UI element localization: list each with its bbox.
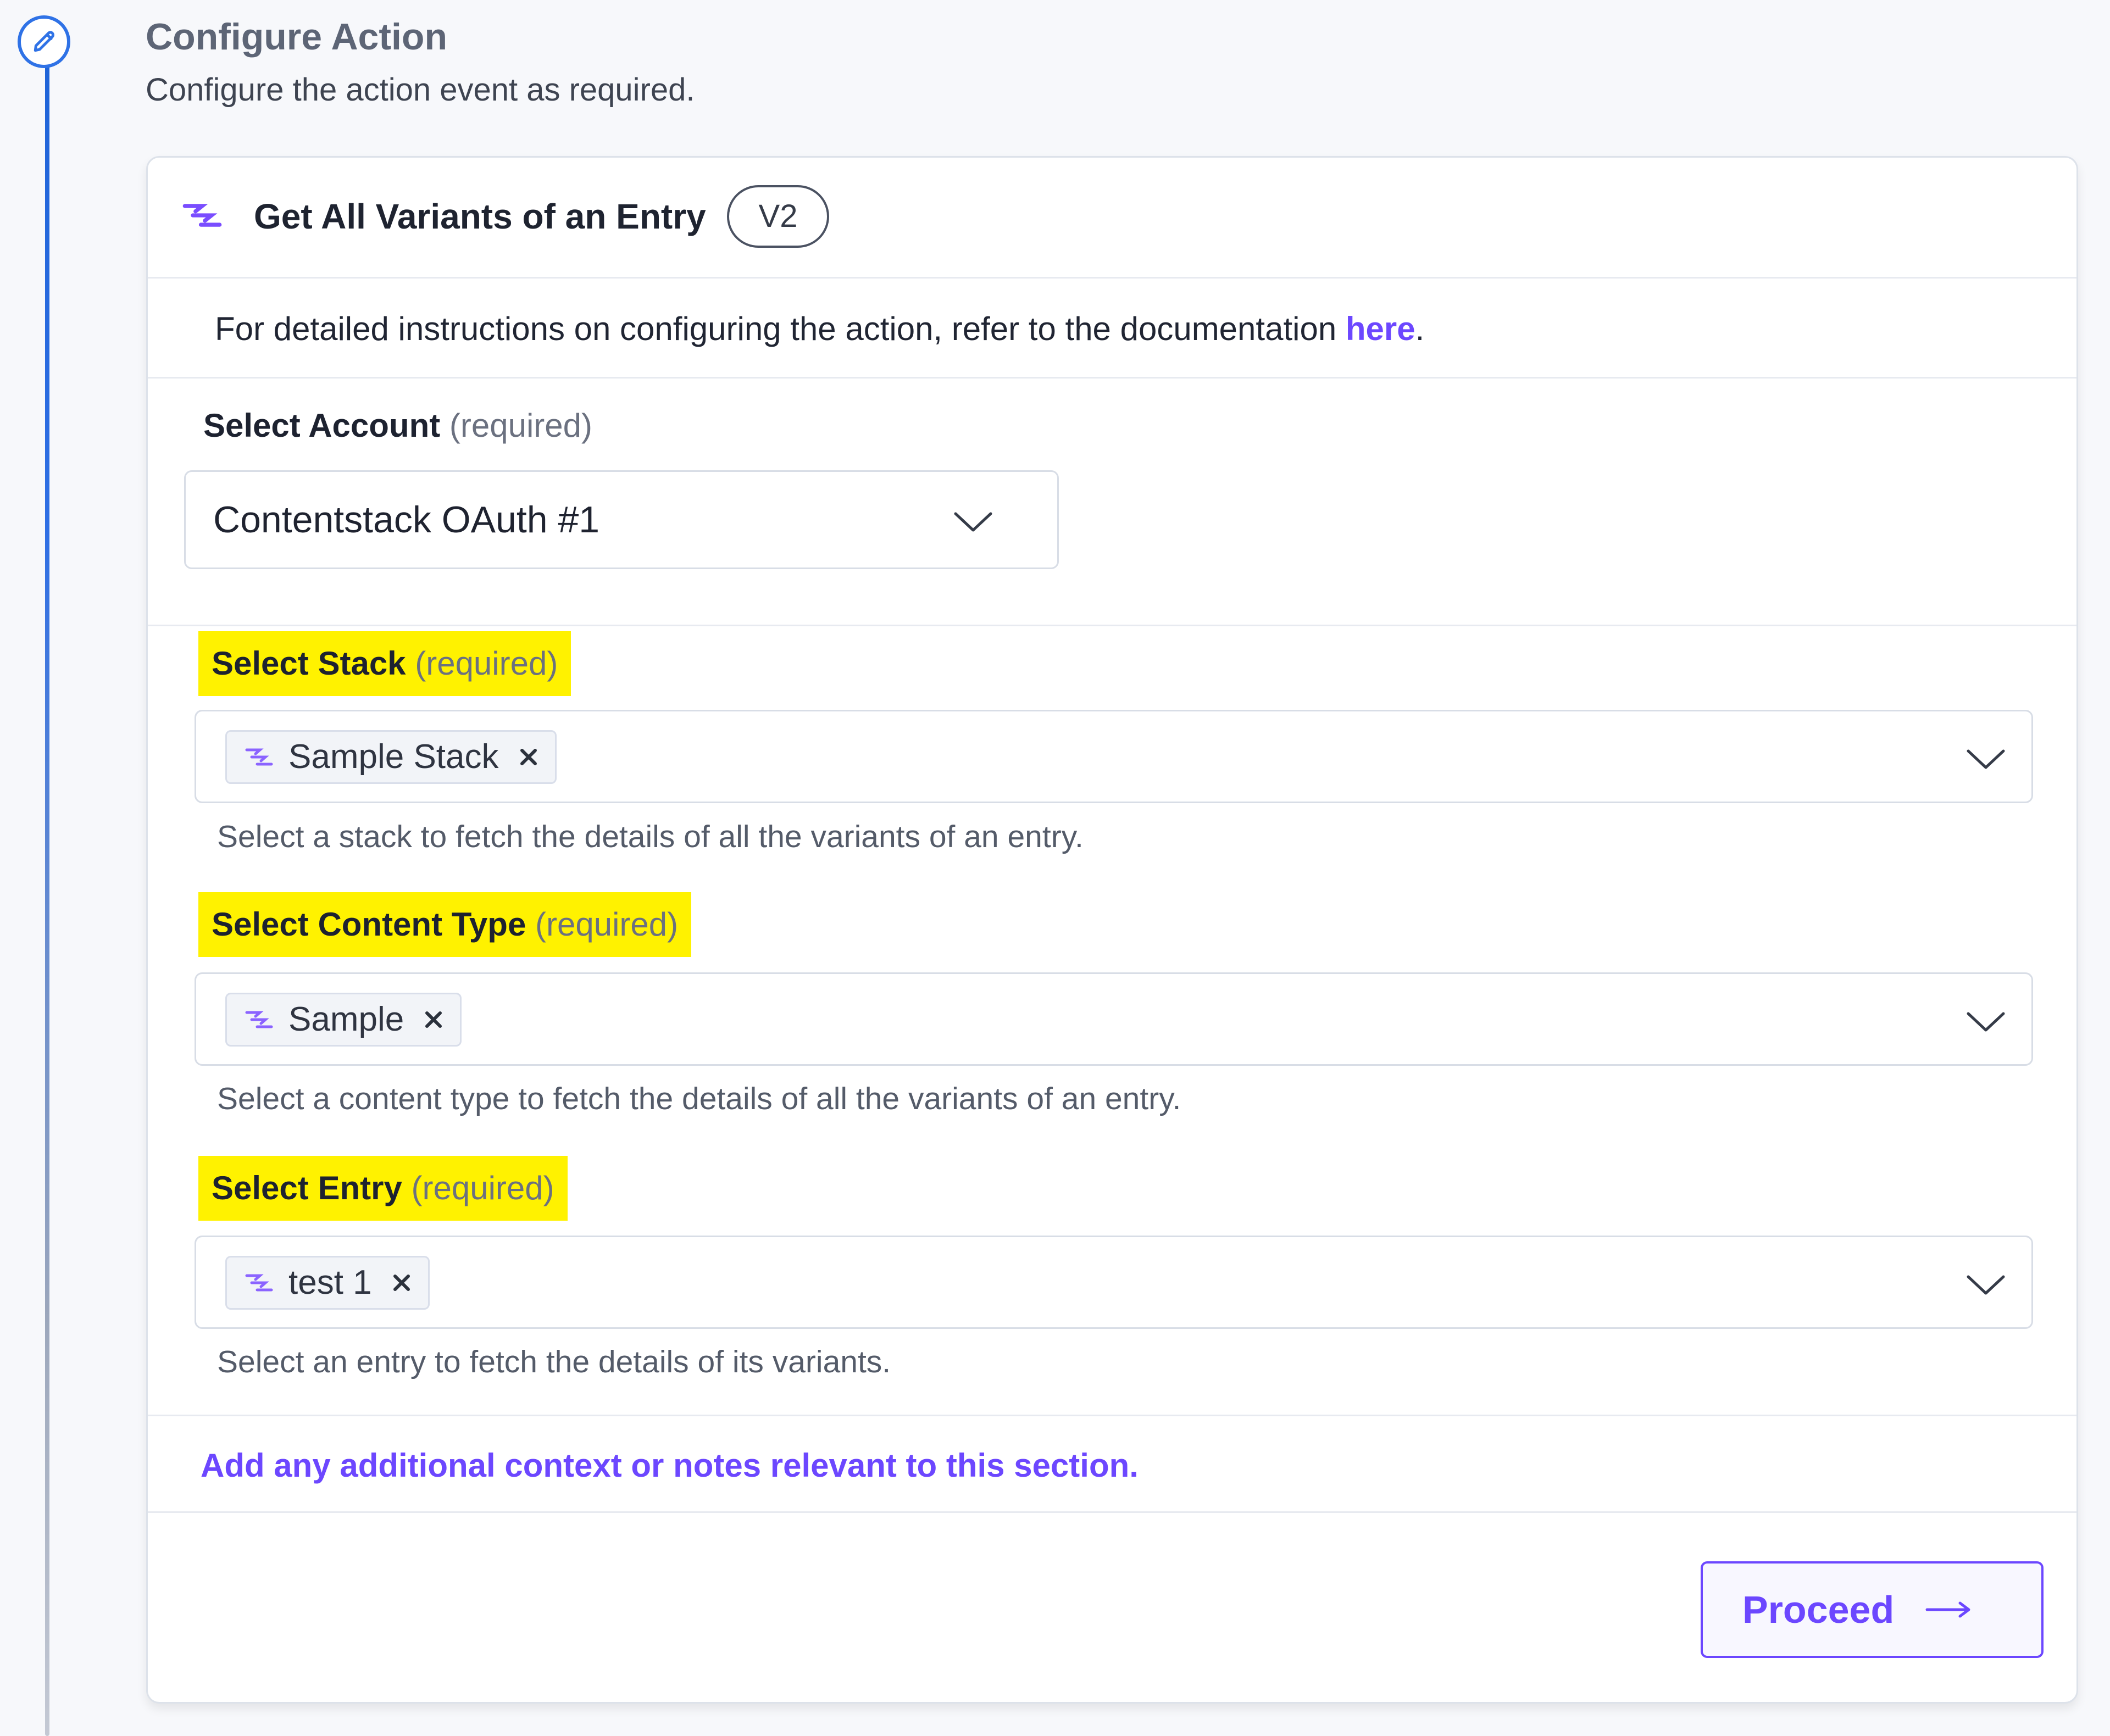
stack-label-text: Select Stack bbox=[212, 645, 406, 682]
contentstack-logo-icon bbox=[243, 1008, 275, 1032]
action-title: Get All Variants of an Entry bbox=[254, 197, 706, 236]
chevron-down-icon[interactable] bbox=[1965, 747, 2007, 772]
entry-select[interactable]: test 1 bbox=[195, 1236, 2033, 1329]
entry-label-text: Select Entry bbox=[212, 1170, 402, 1206]
proceed-label: Proceed bbox=[1742, 1588, 1895, 1631]
content-type-chip-label: Sample bbox=[288, 1000, 404, 1038]
pencil-icon bbox=[18, 15, 70, 68]
section-header: Configure Action Configure the action ev… bbox=[146, 16, 695, 108]
arrow-right-icon bbox=[1925, 1600, 1972, 1619]
entry-chip: test 1 bbox=[225, 1256, 430, 1310]
action-configuration-card: Get All Variants of an Entry V2 For deta… bbox=[146, 156, 2078, 1704]
chevron-down-icon[interactable] bbox=[1965, 1009, 2007, 1034]
additional-notes-link[interactable]: Add any additional context or notes rele… bbox=[148, 1416, 2076, 1513]
account-label: Select Account (required) bbox=[203, 406, 592, 446]
account-selected-value: Contentstack OAuth #1 bbox=[213, 499, 600, 541]
content-type-label-text: Select Content Type bbox=[212, 906, 526, 943]
stack-select[interactable]: Sample Stack bbox=[195, 710, 2033, 803]
account-label-text: Select Account bbox=[203, 407, 441, 444]
content-type-label: Select Content Type (required) bbox=[198, 892, 692, 957]
entry-label: Select Entry (required) bbox=[198, 1156, 568, 1221]
content-type-helper-text: Select a content type to fetch the detai… bbox=[217, 1081, 1181, 1116]
account-select[interactable]: Contentstack OAuth #1 bbox=[184, 470, 1059, 569]
entry-chip-label: test 1 bbox=[288, 1264, 372, 1301]
version-badge: V2 bbox=[727, 185, 829, 248]
page-title: Configure Action bbox=[146, 16, 447, 58]
chevron-down-icon[interactable] bbox=[952, 509, 994, 535]
content-type-select[interactable]: Sample bbox=[195, 972, 2033, 1066]
account-required-text: (required) bbox=[449, 407, 593, 444]
documentation-row: For detailed instructions on configuring… bbox=[148, 279, 2076, 379]
account-section: Select Account (required) Contentstack O… bbox=[148, 379, 2076, 626]
contentstack-logo-icon bbox=[181, 199, 224, 232]
close-icon[interactable] bbox=[423, 1009, 445, 1031]
card-footer: Proceed bbox=[148, 1513, 2076, 1702]
entry-required-text: (required) bbox=[411, 1170, 554, 1206]
content-type-required-text: (required) bbox=[535, 906, 679, 943]
stack-helper-text: Select a stack to fetch the details of a… bbox=[217, 819, 1084, 854]
configuration-fields: Select Stack (required) Sample Stack Sel… bbox=[148, 626, 2076, 1416]
documentation-text: For detailed instructions on configuring… bbox=[215, 310, 1346, 347]
proceed-button[interactable]: Proceed bbox=[1701, 1561, 2044, 1658]
stack-chip: Sample Stack bbox=[225, 730, 557, 784]
documentation-suffix: . bbox=[1415, 310, 1425, 347]
card-header: Get All Variants of an Entry V2 bbox=[148, 158, 2076, 279]
entry-helper-text: Select an entry to fetch the details of … bbox=[217, 1344, 891, 1379]
content-type-chip: Sample bbox=[225, 993, 462, 1047]
stack-chip-label: Sample Stack bbox=[288, 738, 499, 776]
timeline-line bbox=[45, 65, 49, 1736]
chevron-down-icon[interactable] bbox=[1965, 1272, 2007, 1298]
close-icon[interactable] bbox=[518, 746, 540, 768]
documentation-link[interactable]: here bbox=[1346, 310, 1415, 347]
close-icon[interactable] bbox=[391, 1272, 413, 1294]
configure-action-page: Configure Action Configure the action ev… bbox=[0, 0, 2110, 1736]
stack-required-text: (required) bbox=[415, 645, 558, 682]
page-subtitle: Configure the action event as required. bbox=[146, 71, 695, 108]
contentstack-logo-icon bbox=[243, 1271, 275, 1295]
contentstack-logo-icon bbox=[243, 745, 275, 769]
stack-label: Select Stack (required) bbox=[198, 631, 571, 696]
